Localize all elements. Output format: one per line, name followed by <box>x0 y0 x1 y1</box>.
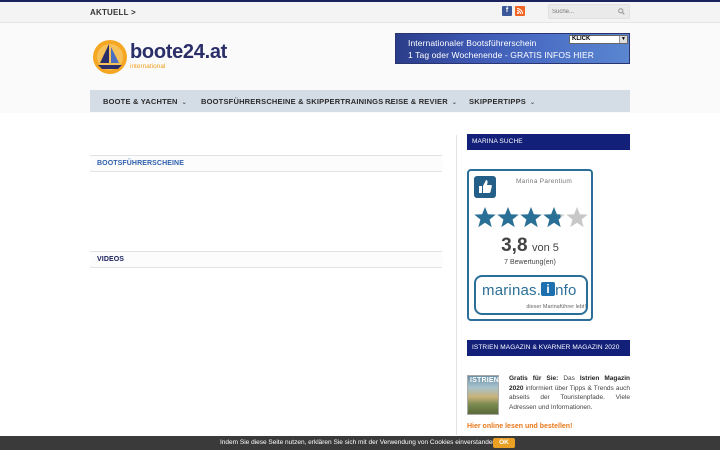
section-title-link[interactable]: BOOTSFÜHRERSCHEINE <box>97 160 184 167</box>
brand-suffix: nfo <box>555 282 577 299</box>
column-divider <box>456 135 457 435</box>
banner-klick-button[interactable]: KLICK ▼ <box>569 35 628 44</box>
main-content: BOOTSFÜHRERSCHEINE VIDEOS <box>90 135 442 435</box>
main-nav: BOOTE & YACHTEN ⌄ BOOTSFÜHRERSCHEINE & SK… <box>90 90 630 112</box>
rating-value: 3,8 <box>501 235 528 256</box>
brand-text: marinas. <box>482 282 542 299</box>
nav-item-boote-yachten[interactable]: BOOTE & YACHTEN ⌄ <box>103 97 187 106</box>
chevron-down-icon: ⌄ <box>181 100 187 106</box>
section-bootsfuehrerscheine: BOOTSFÜHRERSCHEINE <box>90 155 442 172</box>
star-icon <box>543 207 565 228</box>
cookie-ok-button[interactable]: OK <box>493 438 515 448</box>
nav-item-label: SKIPPERTIPPS <box>469 97 526 106</box>
star-icon <box>520 207 542 228</box>
chevron-down-icon: ▼ <box>619 36 627 43</box>
rss-glyph <box>516 8 523 15</box>
brand-tagline: dieser Marinaführer lebt! <box>526 304 586 310</box>
nav-item-skippertipps[interactable]: SKIPPERTIPPS ⌄ <box>469 97 535 106</box>
nav-item-bootsfuehrerscheine[interactable]: BOOTSFÜHRERSCHEINE & SKIPPERTRAININGS ⌄ <box>201 97 393 106</box>
section-title-link[interactable]: VIDEOS <box>97 256 124 263</box>
magazine-read-more-link[interactable]: Hier online lesen und bestellen! <box>467 423 572 430</box>
review-count: 7 Bewertung(en) <box>504 259 556 266</box>
topbar-aktuell-link[interactable]: AKTUELL > <box>90 8 136 17</box>
rating-of: von 5 <box>531 242 559 254</box>
cookie-message: Indem Sie diese Seite nutzen, erklären S… <box>220 439 498 446</box>
rating-stars <box>474 207 588 228</box>
magazine-text-2: informiert über Tipps & Trends auch abse… <box>509 384 630 412</box>
magazine-cover-label: ISTRIEN <box>470 377 500 384</box>
magazine-cover-image[interactable]: ISTRIEN <box>467 375 499 415</box>
magazine-lead: Gratis für Sie: <box>509 375 559 382</box>
marina-rating-widget[interactable]: Marina Parentium 3,8 von 5 7 Bewertung(e… <box>467 169 593 321</box>
magazine-text-1: Das <box>558 375 580 382</box>
cookie-bar: Indem Sie diese Seite nutzen, erklären S… <box>0 436 720 450</box>
sidebar-title-magazin: ISTRIEN MAGAZIN & KVARNER MAGAZIN 2020 <box>467 340 630 356</box>
magazine-description: Gratis für Sie: Das Istrien Magazin 2020… <box>509 374 630 413</box>
star-icon <box>497 207 519 228</box>
rating-score: 3,8 von 5 <box>469 235 591 257</box>
banner-line-1: Internationaler Bootsführerschein <box>408 38 537 48</box>
sidebar-title-marina-suche: MARINA SUCHE <box>467 134 630 150</box>
nav-item-label: BOOTSFÜHRERSCHEINE & SKIPPERTRAININGS <box>201 97 384 106</box>
banner-klick-label: KLICK <box>572 36 591 42</box>
star-icon <box>474 207 496 228</box>
logo-subtitle: international <box>130 63 166 70</box>
star-icon <box>566 207 588 228</box>
banner-line-2: 1 Tag oder Wochenende - GRATIS INFOS HIE… <box>408 50 594 60</box>
brand-wordmark: marinas. i nfo <box>482 282 577 299</box>
info-icon: i <box>541 282 556 296</box>
rss-icon[interactable] <box>515 6 525 16</box>
search-input[interactable] <box>552 6 614 17</box>
search-icon[interactable] <box>618 8 625 15</box>
logo-boat-icon <box>93 40 127 74</box>
nav-item-label: BOOTE & YACHTEN <box>103 97 178 106</box>
nav-item-reise-revier[interactable]: REISE & REVIER ⌄ <box>385 97 457 106</box>
search-box <box>548 4 630 19</box>
logo-title: boote24.at <box>130 41 228 63</box>
chevron-down-icon: ⌄ <box>451 100 458 106</box>
section-videos: VIDEOS <box>90 251 442 268</box>
marina-name: Marina Parentium <box>515 178 573 185</box>
marinas-info-logo[interactable]: marinas. i nfo dieser Marinaführer lebt! <box>474 275 588 315</box>
site-logo[interactable]: boote24.at international <box>92 39 242 75</box>
chevron-down-icon: ⌄ <box>530 100 536 106</box>
nav-item-label: REISE & REVIER <box>385 97 448 106</box>
facebook-icon[interactable]: f <box>502 6 512 16</box>
